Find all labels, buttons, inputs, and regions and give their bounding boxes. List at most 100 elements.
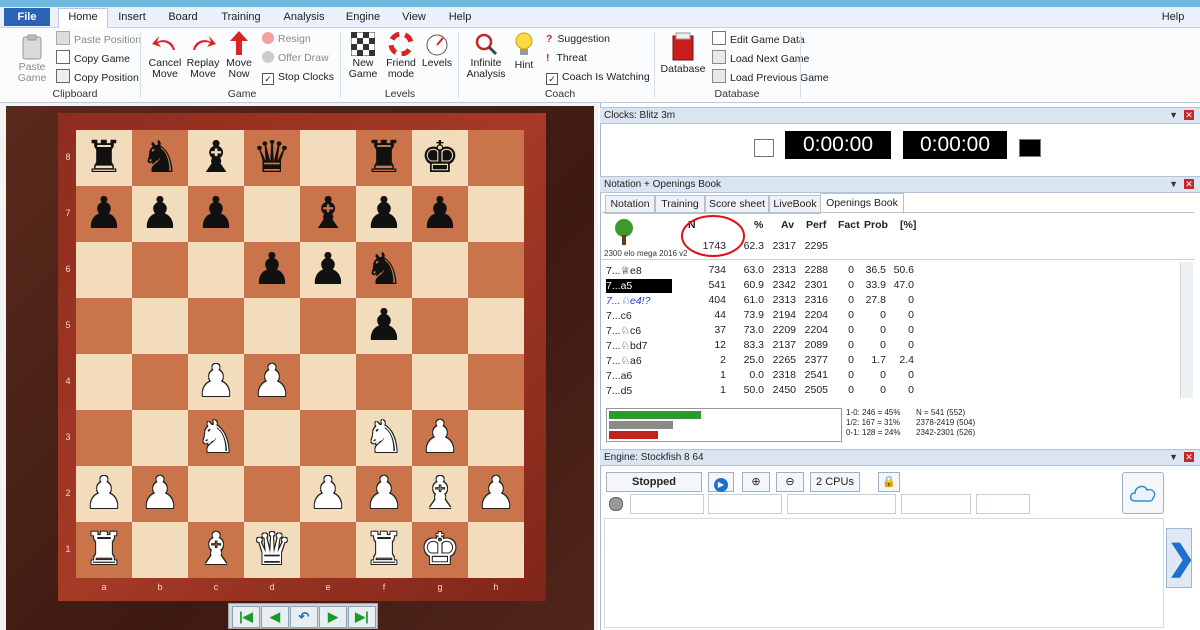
cloud-button[interactable]: [1122, 472, 1164, 514]
square-g5[interactable]: [412, 298, 468, 354]
square-h4[interactable]: [468, 354, 524, 410]
suggestion-button[interactable]: ? Suggestion: [546, 31, 610, 47]
square-a5[interactable]: [76, 298, 132, 354]
square-d3[interactable]: [244, 410, 300, 466]
menu-help[interactable]: Help: [444, 9, 476, 26]
engine-play-button[interactable]: ▶: [708, 472, 734, 492]
white-pawn-icon[interactable]: ♟: [412, 410, 468, 466]
square-d5[interactable]: [244, 298, 300, 354]
white-bishop-icon[interactable]: ♝: [188, 522, 244, 578]
white-pawn-icon[interactable]: ♟: [300, 466, 356, 522]
stop-clocks-checkbox[interactable]: ✓ Stop Clocks: [262, 69, 334, 85]
white-pawn-icon[interactable]: ♟: [468, 466, 524, 522]
black-bishop-icon[interactable]: ♝: [188, 130, 244, 186]
menu-file[interactable]: File: [4, 8, 50, 26]
square-b5[interactable]: [132, 298, 188, 354]
square-b3[interactable]: [132, 410, 188, 466]
square-c5[interactable]: [188, 298, 244, 354]
black-pawn-icon[interactable]: ♟: [412, 186, 468, 242]
moves-scrollbar[interactable]: [1180, 262, 1193, 398]
black-knight-icon[interactable]: ♞: [132, 130, 188, 186]
square-c2[interactable]: [188, 466, 244, 522]
book-move[interactable]: 7...a5: [606, 279, 672, 293]
black-pawn-icon[interactable]: ♟: [244, 242, 300, 298]
square-f4[interactable]: [356, 354, 412, 410]
square-h1[interactable]: [468, 522, 524, 578]
close-icon[interactable]: ✕: [1184, 110, 1194, 120]
square-b1[interactable]: [132, 522, 188, 578]
black-queen-icon[interactable]: ♛: [244, 130, 300, 186]
square-h6[interactable]: [468, 242, 524, 298]
lock-button[interactable]: 🔒: [878, 472, 900, 492]
copy-game-button[interactable]: Copy Game: [56, 50, 130, 66]
white-bishop-icon[interactable]: ♝: [412, 466, 468, 522]
new-game-button[interactable]: New Game: [344, 32, 382, 80]
black-rook-icon[interactable]: ♜: [76, 130, 132, 186]
black-pawn-icon[interactable]: ♟: [300, 242, 356, 298]
white-knight-icon[interactable]: ♞: [356, 410, 412, 466]
levels-button[interactable]: Levels: [420, 32, 454, 69]
white-undefined-icon[interactable]: [244, 186, 300, 242]
book-move[interactable]: 7...c6: [606, 309, 672, 323]
close-icon[interactable]: ✕: [1184, 452, 1194, 462]
square-g6[interactable]: [412, 242, 468, 298]
square-g4[interactable]: [412, 354, 468, 410]
book-move[interactable]: 7...a6: [606, 369, 672, 383]
copy-position-button[interactable]: Copy Position: [56, 69, 139, 85]
load-previous-game-button[interactable]: Load Previous Game: [712, 69, 829, 85]
black-knight-icon[interactable]: ♞: [356, 242, 412, 298]
edit-game-data-button[interactable]: Edit Game Data: [712, 31, 805, 47]
offer-draw-button[interactable]: Offer Draw: [262, 50, 329, 66]
engine-status-button[interactable]: Stopped: [606, 472, 702, 492]
menu-insert[interactable]: Insert: [112, 9, 152, 26]
close-icon[interactable]: ✕: [1184, 179, 1194, 189]
friend-mode-button[interactable]: Friend mode: [382, 32, 420, 80]
menu-training[interactable]: Training: [214, 9, 268, 26]
white-undefined-icon[interactable]: [300, 130, 356, 186]
add-line-button[interactable]: ⊕: [742, 472, 770, 492]
previous-move-button[interactable]: ◀: [261, 606, 289, 628]
square-a3[interactable]: [76, 410, 132, 466]
white-undefined-icon[interactable]: [468, 130, 524, 186]
menu-help-right[interactable]: Help: [1158, 9, 1188, 26]
resign-button[interactable]: Resign: [262, 31, 311, 47]
white-pawn-icon[interactable]: ♟: [132, 466, 188, 522]
expand-panel-button[interactable]: ❯: [1166, 528, 1196, 588]
first-move-button[interactable]: |◀: [232, 606, 260, 628]
square-e4[interactable]: [300, 354, 356, 410]
square-e5[interactable]: [300, 298, 356, 354]
square-c6[interactable]: [188, 242, 244, 298]
white-rook-icon[interactable]: ♜: [356, 522, 412, 578]
book-move[interactable]: 7...d5: [606, 384, 672, 398]
black-bishop-icon[interactable]: ♝: [300, 186, 356, 242]
square-d2[interactable]: [244, 466, 300, 522]
paste-position-button[interactable]: Paste Position: [56, 31, 141, 47]
book-move[interactable]: 7...♘bd7: [606, 339, 672, 353]
white-pawn-icon[interactable]: ♟: [76, 466, 132, 522]
hint-button[interactable]: Hint: [510, 32, 538, 71]
threat-button[interactable]: ! Threat: [546, 50, 587, 66]
panel-dropdown-icon[interactable]: ▼: [1169, 177, 1178, 192]
panel-dropdown-icon[interactable]: ▼: [1169, 108, 1178, 123]
panel-dropdown-icon[interactable]: ▼: [1169, 450, 1178, 465]
white-pawn-icon[interactable]: ♟: [188, 354, 244, 410]
infinite-analysis-button[interactable]: Infinite Analysis: [464, 32, 508, 80]
coach-watching-checkbox[interactable]: ✓ Coach Is Watching: [546, 69, 650, 85]
menu-analysis[interactable]: Analysis: [278, 9, 330, 26]
menu-view[interactable]: View: [396, 9, 432, 26]
cancel-move-button[interactable]: Cancel Move: [146, 32, 184, 80]
database-button[interactable]: Database: [660, 32, 706, 75]
square-b4[interactable]: [132, 354, 188, 410]
white-rook-icon[interactable]: ♜: [76, 522, 132, 578]
black-pawn-icon[interactable]: ♟: [356, 186, 412, 242]
move-now-button[interactable]: Move Now: [222, 30, 256, 80]
black-pawn-icon[interactable]: ♟: [356, 298, 412, 354]
white-pawn-icon[interactable]: ♟: [356, 466, 412, 522]
next-move-button[interactable]: ▶: [319, 606, 347, 628]
white-undefined-icon[interactable]: [468, 186, 524, 242]
load-next-game-button[interactable]: Load Next Game: [712, 50, 809, 66]
book-move[interactable]: 7...♘a6: [606, 354, 672, 368]
square-e1[interactable]: [300, 522, 356, 578]
menu-engine[interactable]: Engine: [340, 9, 386, 26]
black-pawn-icon[interactable]: ♟: [188, 186, 244, 242]
